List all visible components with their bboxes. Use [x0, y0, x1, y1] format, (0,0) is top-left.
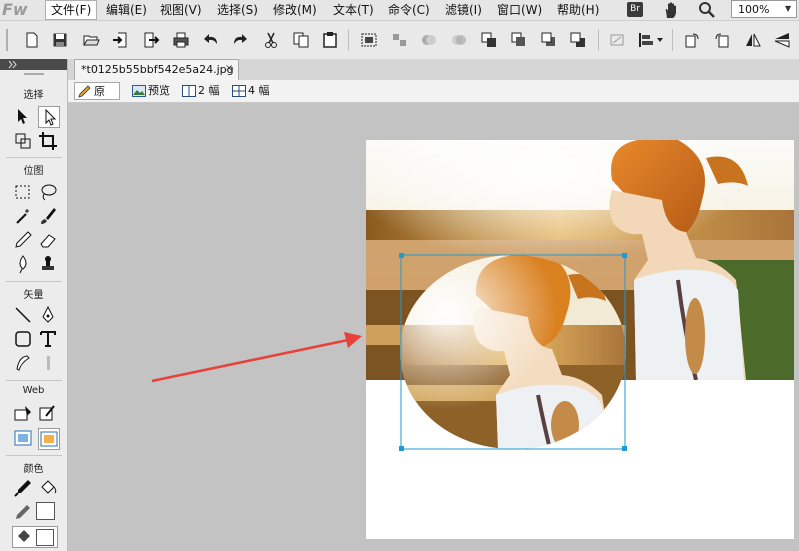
- flip-vertical-icon[interactable]: [773, 31, 791, 49]
- hand-icon[interactable]: [662, 1, 680, 19]
- text-tool-icon[interactable]: [38, 329, 58, 349]
- rectangle-tool-icon[interactable]: [13, 329, 33, 349]
- open-icon[interactable]: [82, 31, 100, 49]
- collapse-panel-icon[interactable]: [8, 60, 18, 69]
- section-divider: [6, 380, 62, 381]
- fireworks-logo: Fw: [2, 0, 28, 19]
- preview-icon: [132, 85, 146, 97]
- print-icon[interactable]: [172, 31, 190, 49]
- selection-bounding-box[interactable]: [397, 251, 631, 453]
- section-divider: [6, 455, 62, 456]
- menu-edit[interactable]: 编辑(E): [101, 1, 152, 19]
- view-mode-bar: [68, 80, 799, 103]
- zoom-icon[interactable]: [698, 1, 716, 19]
- slice-tool-icon[interactable]: [38, 404, 58, 424]
- section-colors-label: 颜色: [23, 464, 44, 475]
- toolbar-separator: [672, 29, 673, 51]
- toolbar-separator: [348, 29, 349, 51]
- cut-icon[interactable]: [262, 31, 280, 49]
- toolbar-grip: [6, 29, 8, 51]
- marquee-tool-icon[interactable]: [13, 182, 33, 202]
- section-divider: [6, 157, 62, 158]
- knife-tool-icon[interactable]: [38, 353, 58, 373]
- crop-tool-icon[interactable]: [38, 131, 58, 151]
- brush-tool-icon[interactable]: [38, 206, 58, 226]
- send-backward-icon[interactable]: [540, 31, 558, 49]
- scale-tool-icon[interactable]: [13, 131, 33, 151]
- panel-grip: [24, 73, 44, 75]
- save-icon[interactable]: [51, 31, 69, 49]
- four-up-icon: [232, 85, 246, 97]
- selection-handle[interactable]: [399, 446, 404, 451]
- toolbar-separator: [598, 29, 599, 51]
- stroke-color-swatch[interactable]: [36, 502, 55, 520]
- subselect-tool-icon: [45, 108, 57, 126]
- freeform-tool-icon[interactable]: [13, 353, 33, 373]
- hotspot-tool-icon[interactable]: [13, 404, 33, 424]
- group-icon[interactable]: [360, 31, 378, 49]
- import-icon[interactable]: [112, 31, 130, 49]
- menu-view[interactable]: 视图(V): [155, 1, 207, 19]
- zoom-dropdown-icon[interactable]: ▼: [785, 0, 797, 18]
- fill-color-swatch[interactable]: [36, 529, 54, 546]
- menu-file[interactable]: 文件(F): [45, 0, 98, 20]
- magic-wand-tool-icon[interactable]: [13, 206, 33, 226]
- paint-bucket-tool-icon[interactable]: [38, 478, 58, 498]
- menu-select[interactable]: 选择(S): [212, 1, 263, 19]
- split-icon[interactable]: [450, 31, 468, 49]
- hide-slices-icon[interactable]: [13, 428, 33, 448]
- rotate-cw-icon[interactable]: [713, 31, 731, 49]
- copy-icon[interactable]: [292, 31, 310, 49]
- menu-window[interactable]: 窗口(W): [492, 1, 547, 19]
- selection-handle[interactable]: [622, 253, 627, 258]
- fill-bucket-icon: [18, 530, 30, 542]
- paste-icon[interactable]: [321, 31, 339, 49]
- eyedropper-tool-icon[interactable]: [13, 478, 33, 498]
- bridge-button[interactable]: Br: [627, 2, 643, 17]
- show-slices-button[interactable]: [38, 428, 60, 450]
- menu-text[interactable]: 文本(T): [328, 1, 379, 19]
- section-web-label: Web: [22, 385, 45, 396]
- line-tool-icon[interactable]: [13, 305, 33, 325]
- menu-modify[interactable]: 修改(M): [268, 1, 322, 19]
- stroke-color-pencil-icon: [16, 505, 30, 519]
- bring-front-icon[interactable]: [480, 31, 498, 49]
- rotate-ccw-icon[interactable]: [683, 31, 701, 49]
- subselect-tool[interactable]: [38, 106, 60, 128]
- blur-tool-icon[interactable]: [13, 254, 33, 274]
- show-slices-icon: [40, 431, 58, 447]
- annotation-arrow: [151, 332, 362, 383]
- distribute-icon[interactable]: [608, 31, 626, 49]
- two-up-icon: [182, 85, 196, 97]
- eraser-tool-icon[interactable]: [38, 230, 58, 250]
- pencil-tool-icon[interactable]: [13, 230, 33, 250]
- section-select-label: 选择: [23, 90, 44, 101]
- section-divider: [6, 281, 62, 282]
- menu-commands[interactable]: 命令(C): [383, 1, 435, 19]
- menu-help[interactable]: 帮助(H): [552, 1, 604, 19]
- rubber-stamp-tool-icon[interactable]: [38, 254, 58, 274]
- close-tab-icon[interactable]: ×: [225, 61, 235, 77]
- flip-horizontal-icon[interactable]: [744, 31, 762, 49]
- align-icon[interactable]: [637, 31, 665, 49]
- menu-filters[interactable]: 滤镜(I): [440, 1, 487, 19]
- selection-handle[interactable]: [622, 446, 627, 451]
- join-icon[interactable]: [420, 31, 438, 49]
- lasso-tool-icon[interactable]: [38, 182, 58, 202]
- pen-tool-icon[interactable]: [38, 305, 58, 325]
- section-vector-label: 矢量: [23, 290, 44, 301]
- send-back-icon[interactable]: [569, 31, 587, 49]
- pencil-icon: [78, 85, 91, 98]
- selection-handle[interactable]: [399, 253, 404, 258]
- section-bitmap-label: 位图: [23, 166, 44, 177]
- bring-forward-icon[interactable]: [510, 31, 528, 49]
- export-icon[interactable]: [142, 31, 160, 49]
- new-icon[interactable]: [23, 31, 41, 49]
- document-tab[interactable]: *t0125b55bbf542e5a24.jpg: [74, 59, 239, 80]
- ungroup-icon[interactable]: [390, 31, 408, 49]
- undo-icon[interactable]: [202, 31, 220, 49]
- pointer-tool-icon[interactable]: [13, 106, 33, 126]
- redo-icon[interactable]: [231, 31, 249, 49]
